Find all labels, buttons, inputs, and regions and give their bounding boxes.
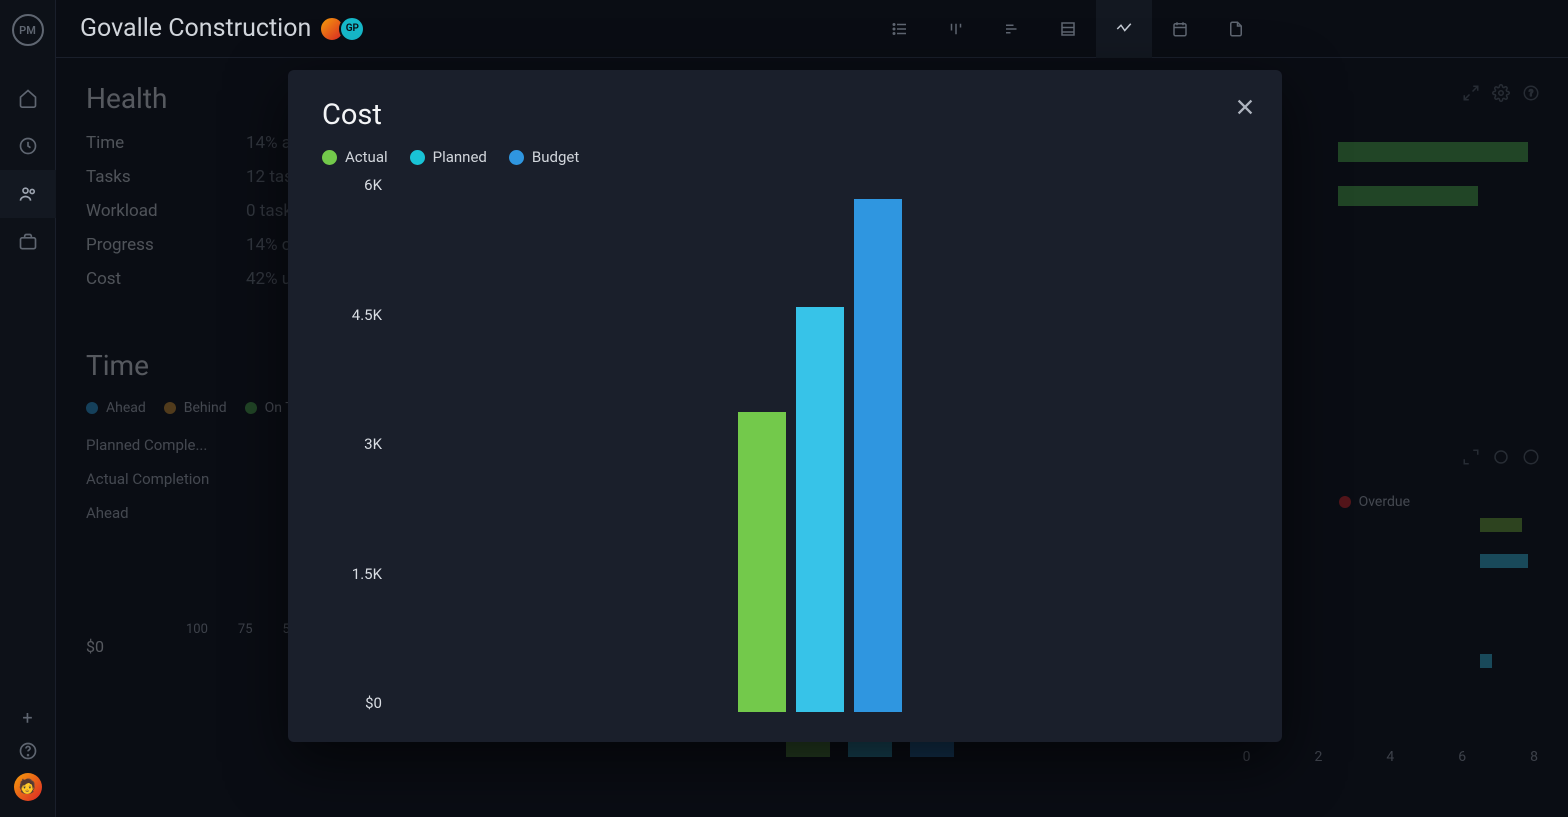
modal-title: Cost xyxy=(322,98,1248,132)
bar-planned[interactable] xyxy=(796,307,844,712)
close-icon[interactable] xyxy=(1234,96,1256,118)
dot-icon xyxy=(509,150,524,165)
y-tick: 1.5K xyxy=(338,565,382,583)
bar-actual[interactable] xyxy=(738,412,786,712)
y-tick: 6K xyxy=(338,176,382,194)
y-tick: 4.5K xyxy=(338,306,382,324)
cost-modal: Cost Actual Planned Budget 6K 4.5K 3K 1.5K $… xyxy=(288,70,1282,742)
dot-icon xyxy=(410,150,425,165)
legend-budget: Budget xyxy=(509,148,579,166)
y-tick: $0 xyxy=(338,694,382,712)
dot-icon xyxy=(322,150,337,165)
y-tick: 3K xyxy=(338,435,382,453)
legend-actual: Actual xyxy=(322,148,388,166)
legend-planned: Planned xyxy=(410,148,487,166)
bar-budget[interactable] xyxy=(854,199,902,712)
cost-chart: 6K 4.5K 3K 1.5K $0 xyxy=(338,176,1248,726)
